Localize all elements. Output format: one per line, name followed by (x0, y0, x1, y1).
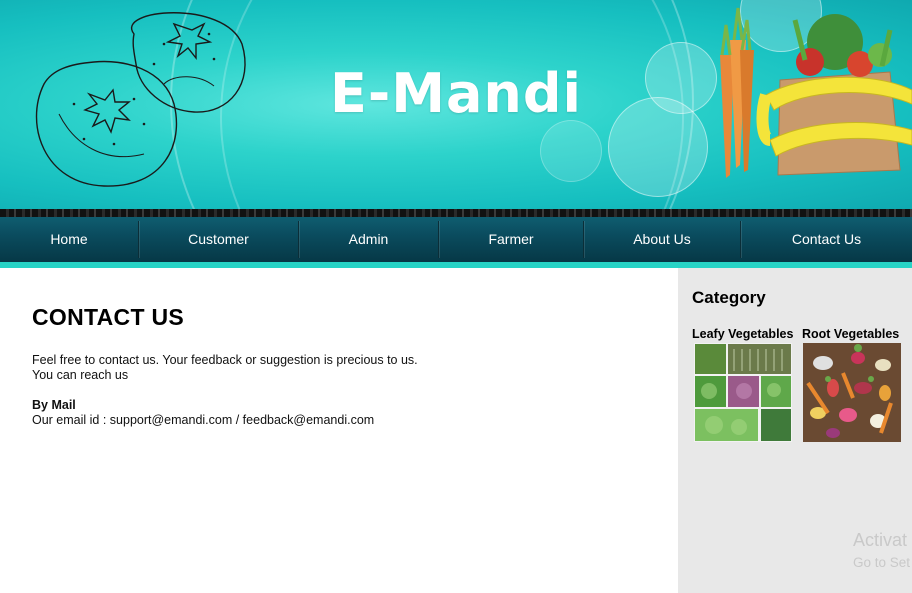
activation-watermark-subtext: Go to Set (853, 555, 911, 570)
main-content: CONTACT US Feel free to contact us. Your… (0, 268, 678, 593)
activation-watermark: Activat (853, 530, 908, 550)
nav-about-us[interactable]: About Us (584, 217, 740, 262)
nav-customer[interactable]: Customer (139, 217, 298, 262)
email-line: Our email id : support@emandi.com / feed… (32, 413, 375, 427)
produce-bag-icon (720, 7, 912, 178)
intro-text-2: You can reach us (32, 368, 129, 382)
mail-heading: By Mail (32, 398, 76, 412)
nav-admin[interactable]: Admin (299, 217, 438, 262)
site-header: E-Mandi (0, 0, 912, 209)
intro-text: Feel free to contact us. Your feedback o… (32, 353, 418, 367)
root-vegetables-image[interactable] (803, 343, 901, 442)
nav-home[interactable]: Home (0, 217, 138, 262)
nav-contact-us[interactable]: Contact Us (741, 217, 912, 262)
category-label-root[interactable]: Root Vegetables (802, 327, 899, 341)
sidebar: Category Leafy Vegetables Root Vegetable… (678, 268, 912, 593)
main-nav: Home Customer Admin Farmer About Us Cont… (0, 217, 912, 263)
nav-farmer[interactable]: Farmer (439, 217, 583, 262)
nav-decorative-border (0, 209, 912, 217)
leafy-vegetables-image[interactable] (694, 343, 792, 442)
bokeh-bubble (540, 120, 602, 182)
page-title: CONTACT US (32, 304, 185, 330)
category-label-leafy[interactable]: Leafy Vegetables (692, 327, 793, 341)
sidebar-heading: Category (692, 288, 766, 307)
